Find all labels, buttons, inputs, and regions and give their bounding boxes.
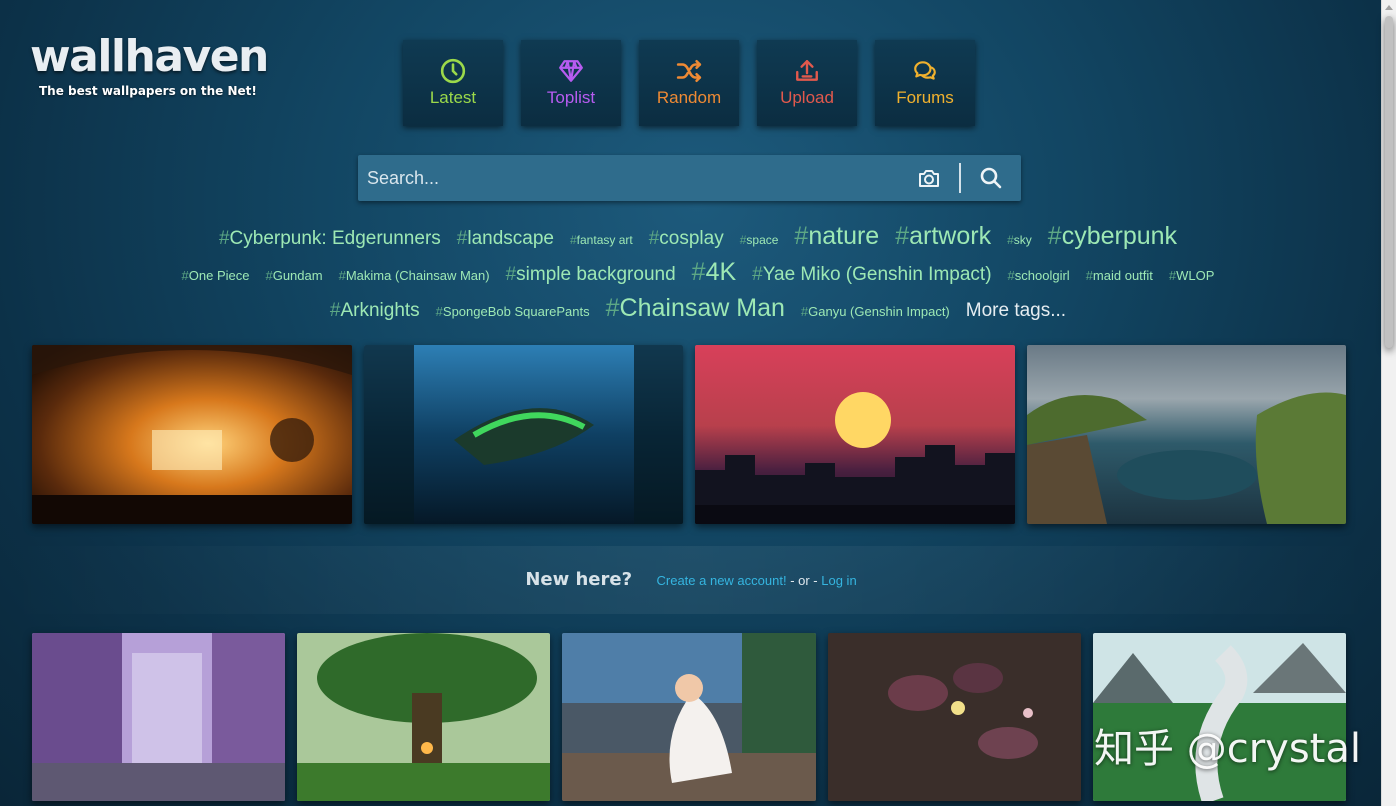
clock-icon <box>440 58 466 84</box>
nav-forums-button[interactable]: Forums <box>875 40 975 126</box>
nav-upload-button[interactable]: Upload <box>757 40 857 126</box>
tag-link[interactable]: #Makima (Chainsaw Man) <box>339 268 490 283</box>
main-nav: Latest Toplist Random Upload Forums <box>403 40 975 126</box>
search-bar <box>358 155 1021 201</box>
camera-search-button[interactable] <box>917 166 941 190</box>
nav-upload-label: Upload <box>780 88 834 107</box>
tags-row-2: #One Piece #Gundam #Makima (Chainsaw Man… <box>40 258 1356 294</box>
tag-link[interactable]: #WLOP <box>1169 268 1215 283</box>
wallpaper-thumbnail[interactable] <box>562 633 816 801</box>
tag-link[interactable]: #fantasy art <box>570 233 633 247</box>
tags-row-1: #Cyberpunk: Edgerunners #landscape #fant… <box>40 222 1356 258</box>
tag-link[interactable]: #artwork <box>895 222 991 251</box>
nav-toplist-button[interactable]: Toplist <box>521 40 621 126</box>
search-submit-button[interactable] <box>979 166 1003 190</box>
search-input[interactable] <box>358 155 898 201</box>
tag-link[interactable]: #4K <box>692 258 737 287</box>
nav-toplist-label: Toplist <box>546 88 596 107</box>
tag-link[interactable]: #space <box>740 233 779 247</box>
tag-link[interactable]: #sky <box>1007 233 1032 247</box>
site-logo[interactable]: wallhaven The best wallpapers on the Net… <box>30 31 269 99</box>
tag-link[interactable]: #schoolgirl <box>1008 268 1070 283</box>
nav-latest-label: Latest <box>429 88 477 107</box>
nav-random-button[interactable]: Random <box>639 40 739 126</box>
nav-latest-button[interactable]: Latest <box>403 40 503 126</box>
login-link[interactable]: Log in <box>821 573 856 588</box>
popular-tags: #Cyberpunk: Edgerunners #landscape #fant… <box>40 222 1356 330</box>
tag-link[interactable]: #Ganyu (Genshin Impact) <box>801 304 950 319</box>
tag-link[interactable]: #Chainsaw Man <box>606 294 785 323</box>
scroll-up-arrow-icon[interactable] <box>1385 5 1393 10</box>
wallpaper-thumbnail[interactable] <box>32 633 285 801</box>
tag-link[interactable]: #nature <box>794 222 879 251</box>
wallpaper-thumbnail[interactable] <box>32 345 352 524</box>
tag-link[interactable]: #Arknights <box>330 300 420 322</box>
tag-link[interactable]: #landscape <box>457 228 554 250</box>
tags-row-3: #Arknights #SpongeBob SquarePants #Chain… <box>40 294 1356 330</box>
more-tags-link[interactable]: More tags... <box>966 300 1066 322</box>
wallpaper-thumbnail[interactable] <box>828 633 1081 801</box>
tag-link[interactable]: #Yae Miko (Genshin Impact) <box>752 264 991 286</box>
diamond-icon <box>559 60 583 82</box>
search-icon <box>980 167 1002 189</box>
nav-forums-label: Forums <box>896 88 954 107</box>
watermark-text: 知乎 @crystal <box>1094 726 1361 772</box>
create-account-link[interactable]: Create a new account! <box>657 573 787 588</box>
wallpaper-thumbnail[interactable] <box>695 345 1015 524</box>
logo-name: wallhaven <box>30 31 269 82</box>
tag-link[interactable]: #Cyberpunk: Edgerunners <box>219 228 441 250</box>
upload-icon <box>796 60 818 81</box>
tag-link[interactable]: #cyberpunk <box>1048 222 1177 251</box>
camera-icon <box>919 170 939 187</box>
new-here-heading: New here? <box>525 569 633 590</box>
nav-random-label: Random <box>656 88 722 107</box>
tag-link[interactable]: #SpongeBob SquarePants <box>436 304 590 319</box>
scrollbar-thumb[interactable] <box>1385 16 1393 348</box>
page-scrollbar[interactable] <box>1381 0 1396 806</box>
comments-icon <box>914 61 936 80</box>
welcome-banner: New here? Create a new account! - or - L… <box>0 546 1382 614</box>
wallpaper-thumbnail[interactable] <box>1027 345 1346 524</box>
tag-link[interactable]: #Gundam <box>265 268 322 283</box>
shuffle-icon <box>676 59 702 83</box>
tag-link[interactable]: #simple background <box>506 264 676 286</box>
or-separator: - or - <box>786 573 822 588</box>
tag-link[interactable]: #cosplay <box>649 228 724 250</box>
wallpaper-thumbnail[interactable] <box>364 345 683 524</box>
tag-link[interactable]: #maid outfit <box>1086 268 1153 283</box>
logo-tagline: The best wallpapers on the Net! <box>39 84 257 98</box>
search-divider <box>959 163 961 193</box>
tag-link[interactable]: #One Piece <box>182 268 250 283</box>
wallpaper-thumbnail[interactable] <box>297 633 550 801</box>
